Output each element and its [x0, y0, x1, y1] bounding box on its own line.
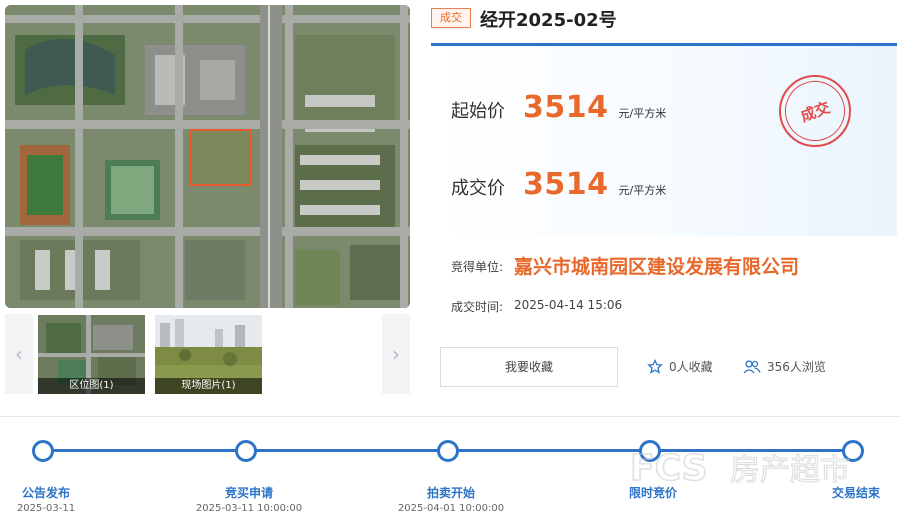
- timeline-label: 公告发布: [21, 486, 70, 500]
- thumbnail-location-map[interactable]: 区位图(1): [38, 315, 145, 394]
- deal-price-label: 成交价: [451, 178, 505, 199]
- thumbnail-caption: 现场图片(1): [155, 378, 262, 394]
- timeline-node-announce: [32, 440, 54, 462]
- start-price-value: 3514: [523, 90, 609, 125]
- sold-stamp-text: 成交: [776, 72, 854, 150]
- favorites-count: 0人收藏: [669, 360, 713, 374]
- deal-time-label: 成交时间:: [451, 300, 504, 314]
- deal-price-row: 成交价 3514 元/平方米: [451, 167, 666, 202]
- thumbnail-strip: ‹ 区位图(1) 现场图片(1) ›: [5, 314, 410, 394]
- price-panel: 起始价 3514 元/平方米 成交价 3514 元/平方米 成交: [431, 43, 897, 236]
- timeline-node-auction-start: [437, 440, 459, 462]
- start-price-label: 起始价: [451, 101, 505, 122]
- views-stat: 356人浏览: [743, 358, 826, 375]
- page-title: 经开2025-02号: [480, 10, 617, 31]
- status-badge: 成交: [431, 8, 471, 28]
- timeline-label: 拍卖开始: [426, 486, 475, 500]
- winner-value: 嘉兴市城南园区建设发展有限公司: [514, 256, 800, 278]
- winner-label: 竞得单位:: [451, 260, 504, 274]
- chevron-right-icon[interactable]: ›: [382, 314, 410, 394]
- svg-text:房产超市: 房产超市: [730, 453, 850, 488]
- star-icon: [647, 358, 663, 374]
- timeline-node-apply: [235, 440, 257, 462]
- timeline-date: 2025-03-11: [16, 503, 76, 514]
- deal-price-unit: 元/平方米: [618, 184, 667, 197]
- land-auction-page: ‹ 区位图(1) 现场图片(1) › 成交 经开2025-02号 起始价 351…: [0, 0, 900, 521]
- favorites-stat[interactable]: 0人收藏: [647, 358, 713, 375]
- satellite-map-image: [5, 5, 410, 308]
- thumbnail-site-photo[interactable]: 现场图片(1): [155, 315, 262, 394]
- start-price-unit: 元/平方米: [618, 107, 667, 120]
- users-icon: [743, 359, 761, 373]
- chevron-left-icon[interactable]: ‹: [5, 314, 33, 394]
- satellite-map[interactable]: [5, 5, 410, 308]
- favorite-button[interactable]: 我要收藏: [440, 347, 618, 387]
- deal-time-value: 2025-04-14 15:06: [514, 298, 623, 312]
- deal-price-value: 3514: [523, 167, 609, 202]
- timeline-date: 2025-03-11 10:00:00: [195, 503, 303, 514]
- svg-text:FCS: FCS: [630, 448, 708, 489]
- start-price-row: 起始价 3514 元/平方米: [451, 90, 666, 125]
- timeline-date: 2025-04-01 10:00:00: [397, 503, 505, 514]
- divider: [0, 416, 900, 417]
- watermark-logo: FCS 房产超市: [630, 447, 851, 490]
- timeline-label: 竞买申请: [224, 486, 273, 500]
- views-count: 356人浏览: [767, 360, 826, 374]
- sold-stamp-icon: 成交: [776, 72, 854, 150]
- thumbnail-caption: 区位图(1): [38, 378, 145, 394]
